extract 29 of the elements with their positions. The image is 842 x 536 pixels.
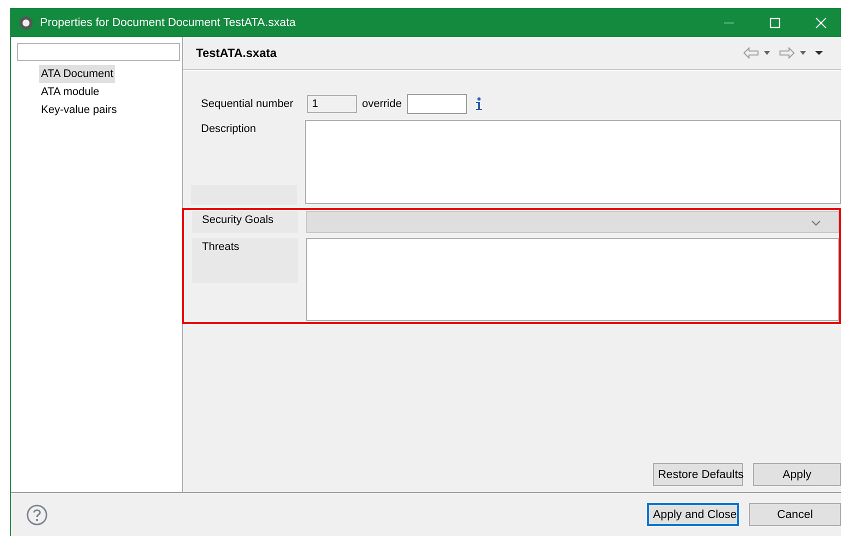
info-icon [474, 97, 483, 111]
description-field[interactable] [305, 120, 841, 204]
apply-and-close-button[interactable]: Apply and Close [647, 503, 739, 526]
tree-item[interactable]: ATA module [39, 83, 102, 101]
field-label: Threats [202, 241, 240, 253]
forward-arrow-icon[interactable] [779, 47, 795, 59]
maximize-icon[interactable] [769, 16, 781, 28]
chevron-down-icon [811, 220, 821, 226]
field-label: Sequential number [201, 98, 294, 110]
sequential-number-field: 1 [307, 95, 357, 113]
tree-item[interactable]: ATA Document [39, 65, 116, 83]
caret-icon[interactable] [763, 50, 771, 56]
field-label: override [362, 98, 402, 110]
page-title: TestATA.sxata [196, 46, 277, 60]
filter-field[interactable] [17, 43, 180, 61]
threats-field[interactable] [306, 238, 839, 321]
close-icon[interactable] [815, 16, 827, 28]
back-arrow-icon[interactable] [743, 47, 759, 59]
field-label: Security Goals [202, 214, 274, 226]
apply-button[interactable]: Apply [753, 463, 841, 486]
tree-item[interactable]: Key-value pairs [39, 101, 119, 119]
menu-caret-icon[interactable] [815, 50, 823, 56]
override-field[interactable] [406, 94, 467, 114]
cancel-button[interactable]: Cancel [749, 503, 841, 526]
field-label: Description [201, 123, 256, 135]
caret-icon[interactable] [799, 50, 807, 56]
help-icon[interactable] [26, 504, 48, 526]
restore-defaults-button[interactable]: Restore Defaults [653, 463, 743, 486]
window-title: Properties for Document Document TestATA.sxata [40, 16, 296, 28]
